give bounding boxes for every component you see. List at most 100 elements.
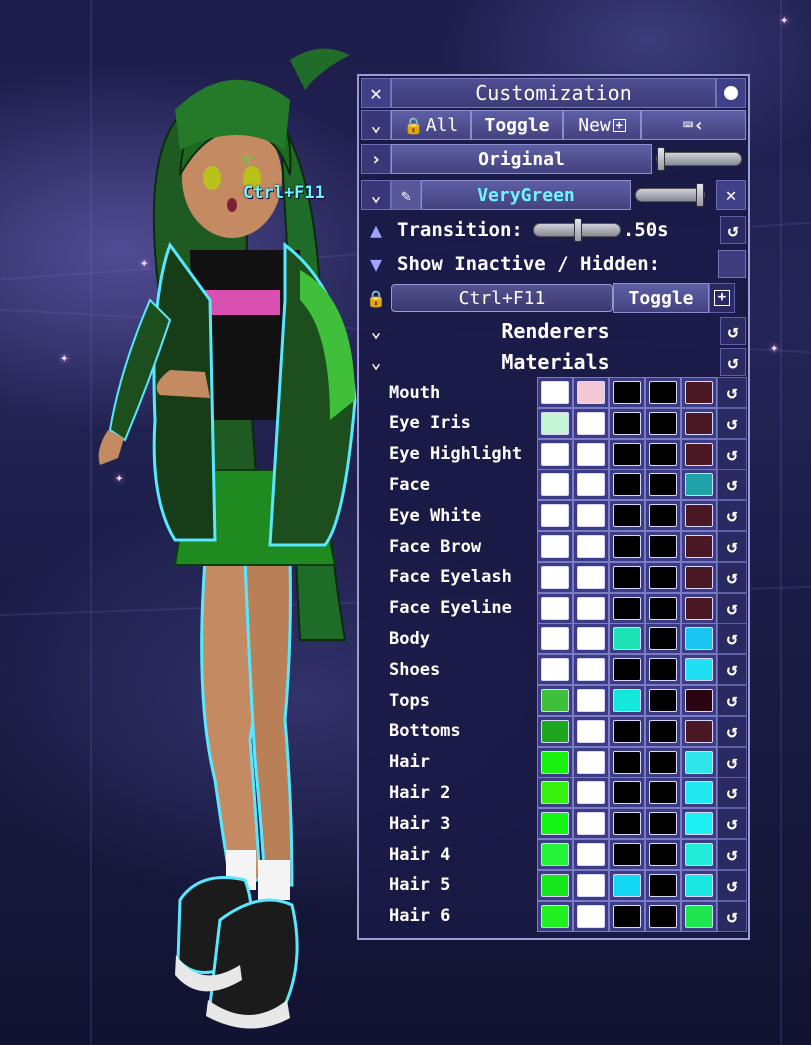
reset-material-button[interactable]: ↺ xyxy=(717,438,747,470)
color-swatch-button[interactable] xyxy=(645,839,681,870)
transition-slider[interactable] xyxy=(532,218,621,242)
color-swatch-button[interactable] xyxy=(573,685,609,716)
color-swatch-button[interactable] xyxy=(537,777,573,809)
color-swatch-button[interactable] xyxy=(573,746,609,778)
slider-knob[interactable] xyxy=(657,147,665,171)
all-button[interactable]: 🔒 All xyxy=(391,110,471,140)
color-swatch-button[interactable] xyxy=(645,685,681,716)
color-swatch-button[interactable] xyxy=(537,715,573,747)
reset-material-button[interactable]: ↺ xyxy=(717,746,747,778)
color-swatch-button[interactable] xyxy=(609,469,645,501)
verygreen-weight-slider[interactable] xyxy=(635,183,705,207)
keyboard-shortcut-button[interactable]: ⌨ ‹ xyxy=(641,110,746,140)
color-swatch-button[interactable] xyxy=(681,377,717,408)
color-swatch-button[interactable] xyxy=(681,500,717,532)
collapse-toolbar-button[interactable]: ⌄ xyxy=(361,110,391,140)
color-swatch-button[interactable] xyxy=(645,654,681,686)
color-swatch-button[interactable] xyxy=(573,407,609,439)
color-swatch-button[interactable] xyxy=(609,561,645,593)
reset-material-button[interactable]: ↺ xyxy=(717,407,747,439)
reset-materials-button[interactable]: ↺ xyxy=(720,348,746,376)
reset-material-button[interactable]: ↺ xyxy=(717,715,747,747)
color-swatch-button[interactable] xyxy=(537,900,573,932)
color-swatch-button[interactable] xyxy=(537,531,573,562)
collapse-renderers-button[interactable]: ⌄ xyxy=(361,321,391,342)
color-swatch-button[interactable] xyxy=(537,407,573,439)
color-swatch-button[interactable] xyxy=(681,839,717,870)
color-swatch-button[interactable] xyxy=(609,869,645,901)
preset-verygreen[interactable]: VeryGreen xyxy=(421,180,631,210)
color-swatch-button[interactable] xyxy=(573,777,609,809)
record-button[interactable] xyxy=(716,78,746,108)
color-swatch-button[interactable] xyxy=(681,808,717,840)
color-swatch-button[interactable] xyxy=(645,469,681,501)
color-swatch-button[interactable] xyxy=(609,685,645,716)
color-swatch-button[interactable] xyxy=(537,438,573,470)
show-inactive-checkbox[interactable] xyxy=(718,250,746,278)
color-swatch-button[interactable] xyxy=(537,654,573,686)
reset-material-button[interactable]: ↺ xyxy=(717,808,747,840)
color-swatch-button[interactable] xyxy=(573,377,609,408)
color-swatch-button[interactable] xyxy=(573,900,609,932)
reset-material-button[interactable]: ↺ xyxy=(717,654,747,686)
color-swatch-button[interactable] xyxy=(537,592,573,624)
preset-original[interactable]: Original xyxy=(391,144,652,174)
add-hotkey-button[interactable]: + xyxy=(709,283,735,313)
color-swatch-button[interactable] xyxy=(681,438,717,470)
color-swatch-button[interactable] xyxy=(609,377,645,408)
color-swatch-button[interactable] xyxy=(681,869,717,901)
color-swatch-button[interactable] xyxy=(645,715,681,747)
color-swatch-button[interactable] xyxy=(645,746,681,778)
reset-material-button[interactable]: ↺ xyxy=(717,869,747,901)
color-swatch-button[interactable] xyxy=(609,715,645,747)
original-weight-slider[interactable] xyxy=(656,147,742,171)
color-swatch-button[interactable] xyxy=(537,685,573,716)
color-swatch-button[interactable] xyxy=(573,654,609,686)
color-swatch-button[interactable] xyxy=(537,500,573,532)
move-down-button[interactable]: ▼ xyxy=(361,252,391,276)
reset-material-button[interactable]: ↺ xyxy=(717,500,747,532)
color-swatch-button[interactable] xyxy=(609,654,645,686)
reset-renderers-button[interactable]: ↺ xyxy=(720,317,746,345)
color-swatch-button[interactable] xyxy=(645,808,681,840)
color-swatch-button[interactable] xyxy=(537,808,573,840)
edit-name-button[interactable]: ✎ xyxy=(391,180,421,210)
color-swatch-button[interactable] xyxy=(573,592,609,624)
color-swatch-button[interactable] xyxy=(609,808,645,840)
color-swatch-button[interactable] xyxy=(681,469,717,501)
slider-knob[interactable] xyxy=(696,183,704,207)
hotkey-toggle-button[interactable]: Toggle xyxy=(613,283,709,313)
reset-transition-button[interactable]: ↺ xyxy=(720,216,746,244)
color-swatch-button[interactable] xyxy=(645,900,681,932)
expand-original-button[interactable]: › xyxy=(361,144,391,174)
color-swatch-button[interactable] xyxy=(645,438,681,470)
color-swatch-button[interactable] xyxy=(609,531,645,562)
reset-material-button[interactable]: ↺ xyxy=(717,561,747,593)
delete-preset-button[interactable]: ✕ xyxy=(716,180,746,210)
color-swatch-button[interactable] xyxy=(609,592,645,624)
color-swatch-button[interactable] xyxy=(645,561,681,593)
color-swatch-button[interactable] xyxy=(537,869,573,901)
color-swatch-button[interactable] xyxy=(645,377,681,408)
color-swatch-button[interactable] xyxy=(645,869,681,901)
color-swatch-button[interactable] xyxy=(573,808,609,840)
color-swatch-button[interactable] xyxy=(573,531,609,562)
color-swatch-button[interactable] xyxy=(609,438,645,470)
hotkey-lock-button[interactable]: 🔒 xyxy=(361,289,391,308)
color-swatch-button[interactable] xyxy=(609,839,645,870)
color-swatch-button[interactable] xyxy=(573,715,609,747)
color-swatch-button[interactable] xyxy=(681,746,717,778)
close-button[interactable]: ✕ xyxy=(361,78,391,108)
color-swatch-button[interactable] xyxy=(573,469,609,501)
toggle-all-button[interactable]: Toggle xyxy=(471,110,563,140)
color-swatch-button[interactable] xyxy=(681,654,717,686)
color-swatch-button[interactable] xyxy=(681,685,717,716)
collapse-verygreen-button[interactable]: ⌄ xyxy=(361,180,391,210)
reset-material-button[interactable]: ↺ xyxy=(717,377,747,408)
color-swatch-button[interactable] xyxy=(537,561,573,593)
color-swatch-button[interactable] xyxy=(609,500,645,532)
reset-material-button[interactable]: ↺ xyxy=(717,623,747,655)
hotkey-field[interactable]: Ctrl+F11 xyxy=(391,284,613,312)
color-swatch-button[interactable] xyxy=(681,407,717,439)
color-swatch-button[interactable] xyxy=(681,561,717,593)
